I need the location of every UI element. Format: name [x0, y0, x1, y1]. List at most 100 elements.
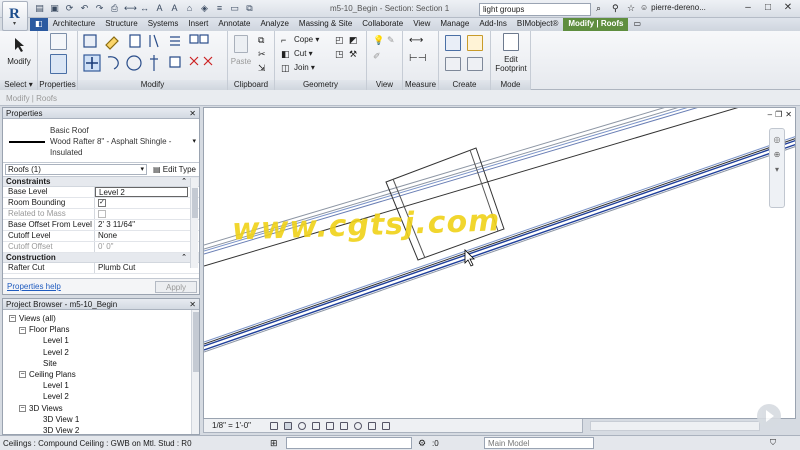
text-icon[interactable]: A	[169, 3, 180, 14]
join-button[interactable]: Join ▾	[294, 63, 315, 72]
hide-icon[interactable]: 💡	[373, 35, 384, 46]
tab-structure[interactable]: Structure	[100, 18, 142, 31]
thin-lines-icon[interactable]: ≡	[214, 3, 225, 14]
worksets-icon[interactable]: ⊞	[270, 438, 278, 449]
analytical-model-icon[interactable]	[382, 422, 390, 430]
minimize-button[interactable]: –	[740, 1, 756, 15]
create-parts-icon[interactable]	[467, 35, 483, 51]
editing-requests-icon[interactable]: ⚙	[418, 438, 426, 449]
chevron-down-icon[interactable]: ▾	[192, 137, 196, 145]
match-type-icon[interactable]: ⇲	[258, 63, 266, 74]
browser-item[interactable]: Level 2	[43, 348, 69, 357]
tab-insert[interactable]: Insert	[183, 18, 213, 31]
tab-massing-site[interactable]: Massing & Site	[294, 18, 357, 31]
cut-button[interactable]: Cut ▾	[294, 49, 313, 58]
open-icon[interactable]: ▤	[34, 3, 45, 14]
tab-view[interactable]: View	[408, 18, 435, 31]
modify-cursor-icon[interactable]	[12, 37, 26, 53]
browser-item[interactable]: − Floor Plans	[19, 325, 69, 334]
redo-icon[interactable]: ↷	[94, 3, 105, 14]
close-view-icon[interactable]: ✕	[785, 110, 792, 119]
property-row-base-offset[interactable]: Base Offset From Level 2' 3 11/64"	[3, 220, 199, 231]
zoom-icon[interactable]: ⊕	[770, 150, 784, 159]
scroll-thumb[interactable]	[193, 312, 199, 372]
minimize-ribbon-icon[interactable]: ▭	[628, 18, 646, 31]
switch-windows-icon[interactable]: ⧉	[244, 3, 255, 14]
cut-clipboard-icon[interactable]: ✂	[258, 49, 266, 60]
tab-systems[interactable]: Systems	[143, 18, 184, 31]
roof-section-drawing[interactable]	[204, 108, 796, 419]
browser-item[interactable]: 3D View 1	[43, 415, 79, 424]
measure-icon[interactable]: ⟷	[124, 3, 137, 14]
paint-icon[interactable]	[104, 33, 120, 51]
3d-view-icon[interactable]: ⌂	[184, 3, 195, 14]
browser-scrollbar[interactable]	[191, 310, 199, 434]
property-row-room-bounding[interactable]: Room Bounding ✓	[3, 198, 199, 209]
navigation-bar[interactable]: ◎ ⊕ ▾	[769, 128, 785, 208]
room-bounding-checkbox[interactable]: ✓	[98, 198, 106, 207]
search-binoculars-icon[interactable]: ⌕	[596, 3, 601, 14]
sun-path-icon[interactable]	[298, 422, 306, 430]
browser-item[interactable]: Level 1	[43, 336, 69, 345]
instance-filter-dropdown[interactable]: Roofs (1) ▾	[5, 164, 147, 175]
design-option-selector[interactable]: Main Model	[484, 437, 594, 449]
override-icon[interactable]: ✎	[387, 35, 395, 46]
aligned-dimension-icon[interactable]: ⊢⊣	[409, 53, 426, 64]
base-offset-field[interactable]: 2' 3 11/64"	[95, 220, 199, 230]
tab-manage[interactable]: Manage	[435, 18, 474, 31]
collapse-toggle-icon[interactable]: −	[19, 404, 26, 412]
properties-help-link[interactable]: Properties help	[7, 282, 61, 291]
modify-button-label[interactable]: Modify	[0, 57, 38, 66]
browser-item[interactable]: 3D View 2	[43, 426, 79, 434]
property-row-rafter-cut[interactable]: Rafter Cut Plumb Cut	[3, 263, 199, 274]
tag-icon[interactable]: A	[154, 3, 165, 14]
save-icon[interactable]: ▣	[49, 3, 60, 14]
horizontal-scrollbar[interactable]	[590, 421, 760, 431]
copy-clipboard-icon[interactable]: ⧉	[258, 35, 264, 46]
type-selector[interactable]: Basic Roof Wood Rafter 8" - Asphalt Shin…	[3, 119, 199, 163]
edit-type-button[interactable]: ▤ Edit Type	[153, 165, 196, 174]
browser-item[interactable]: Site	[43, 359, 57, 368]
browser-item[interactable]: Level 2	[43, 392, 69, 401]
visual-style-icon[interactable]	[284, 422, 292, 430]
tab-annotate[interactable]: Annotate	[213, 18, 255, 31]
apply-button[interactable]: Apply	[155, 281, 197, 293]
close-icon[interactable]: ✕	[189, 299, 196, 310]
create-assembly-icon[interactable]	[445, 35, 461, 51]
select-dropdown[interactable]: Select ▾	[0, 80, 37, 90]
cut-geometry-icon[interactable]: ◧	[281, 49, 290, 60]
rotate-icon[interactable]	[126, 55, 142, 71]
linework-icon[interactable]: ✐	[373, 51, 381, 62]
close-button[interactable]: ✕	[780, 1, 796, 15]
edit-footprint-line2[interactable]: Footprint	[491, 64, 531, 73]
application-menu-button[interactable]: R ▾	[2, 1, 28, 31]
cope-button[interactable]: Cope ▾	[294, 35, 319, 44]
section-icon[interactable]: ◈	[199, 3, 210, 14]
paste-icon[interactable]	[234, 35, 248, 53]
star-icon[interactable]: ☆	[627, 3, 635, 14]
browser-item[interactable]: − Views (all)	[9, 314, 56, 323]
tab-add-ins[interactable]: Add-Ins	[474, 18, 512, 31]
tab-bimobject-[interactable]: BIMobject®	[512, 18, 563, 31]
browser-item[interactable]: −3D Views	[19, 404, 63, 413]
delete-icon[interactable]	[190, 55, 198, 65]
browser-item[interactable]: Level 1	[43, 381, 69, 390]
split-face-icon[interactable]: ◰	[335, 35, 344, 46]
constraints-group[interactable]: Constraints ⌃	[3, 177, 199, 187]
properties-icon[interactable]	[50, 54, 67, 74]
chevron-down-icon[interactable]: ▾	[770, 165, 784, 174]
minimize-view-icon[interactable]: –	[768, 110, 772, 119]
collapse-toggle-icon[interactable]: −	[19, 371, 26, 379]
crop-view-icon[interactable]	[326, 422, 334, 430]
paint-face-icon[interactable]: ◩	[349, 35, 358, 46]
steering-wheel-icon[interactable]: ◎	[770, 135, 784, 144]
edit-footprint-icon[interactable]	[503, 33, 519, 51]
property-row-base-level[interactable]: Base Level Level 2	[3, 187, 199, 198]
show-crop-icon[interactable]	[340, 422, 348, 430]
edit-footprint-line1[interactable]: Edit	[491, 55, 531, 64]
play-icon[interactable]	[757, 404, 781, 428]
user-account[interactable]: ☺ pierre-dereno...	[640, 3, 706, 12]
create-group-icon[interactable]	[445, 57, 461, 71]
temporary-hide-icon[interactable]	[354, 422, 362, 430]
active-workset[interactable]	[286, 437, 412, 449]
